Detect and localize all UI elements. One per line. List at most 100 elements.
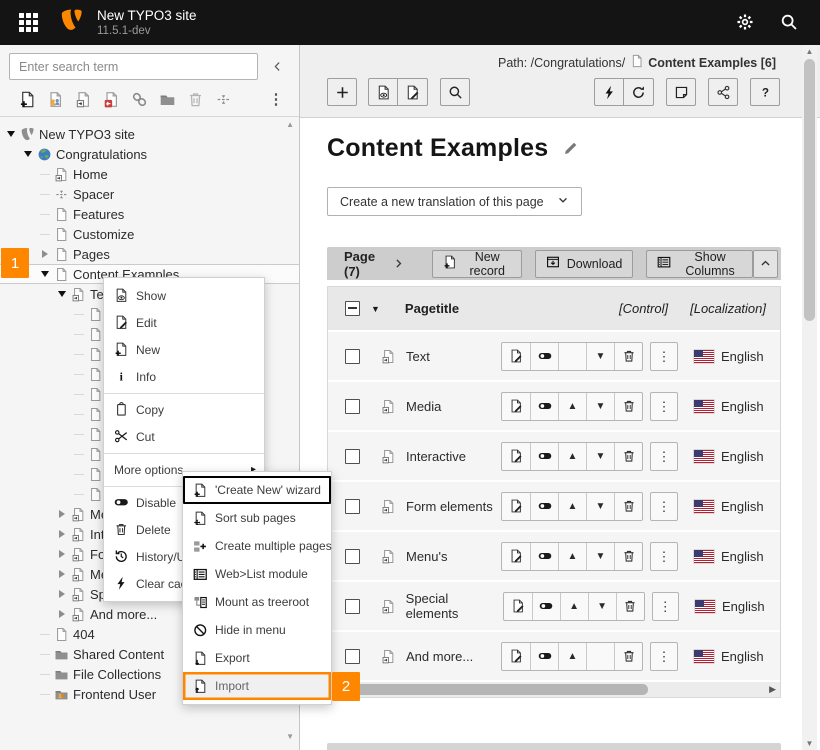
expand-node-icon[interactable] [38, 250, 52, 258]
expand-node-icon[interactable] [55, 610, 69, 618]
more-actions-button[interactable]: ⋮ [650, 492, 678, 521]
toggle-visibility-button[interactable] [530, 643, 558, 670]
toggle-visibility-button[interactable] [530, 393, 558, 420]
shortcut-page-icon[interactable] [381, 649, 397, 664]
menu-item-info[interactable]: iInfo [104, 363, 264, 390]
move-down-button[interactable]: ▼ [586, 493, 614, 520]
toggle-visibility-button[interactable] [532, 593, 560, 620]
tree-item-new-typo3-site[interactable]: New TYPO3 site [0, 124, 299, 144]
link-icon[interactable] [125, 89, 153, 109]
tree-item-spacer[interactable]: Spacer [0, 184, 299, 204]
scroll-up-icon[interactable]: ▲ [802, 47, 817, 56]
more-actions-button[interactable]: ⋮ [650, 642, 678, 671]
move-up-button[interactable]: ▲ [558, 643, 586, 670]
row-title[interactable]: Form elements [406, 499, 493, 514]
delete-record-button[interactable] [614, 493, 642, 520]
more-actions-button[interactable]: ⋮ [650, 392, 678, 421]
row-language[interactable]: English [721, 649, 768, 664]
row-language[interactable]: English [722, 599, 768, 614]
shortcut-page-icon[interactable] [381, 449, 397, 464]
folder-icon[interactable] [153, 89, 181, 109]
edit-title-pencil-icon[interactable] [563, 134, 579, 163]
tree-item-home[interactable]: Home [0, 164, 299, 184]
menu-item-create-multiple-pages[interactable]: Create multiple pages [183, 532, 331, 560]
menu-item-web-list-module[interactable]: Web>List module [183, 560, 331, 588]
tree-item-customize[interactable]: Customize [0, 224, 299, 244]
move-down-button[interactable]: ▼ [586, 393, 614, 420]
row-checkbox[interactable] [345, 499, 360, 514]
move-up-button[interactable]: ▲ [558, 393, 586, 420]
delete-record-button[interactable] [614, 543, 642, 570]
delete-record-button[interactable] [614, 343, 642, 370]
reload-button[interactable] [624, 78, 654, 106]
download-button[interactable]: Download [535, 250, 634, 278]
search-icon[interactable] [780, 13, 800, 33]
edit-record-button[interactable] [502, 543, 530, 570]
search-button[interactable] [440, 78, 470, 106]
spacer-icon[interactable] [209, 89, 237, 109]
module-menu-toggle-button[interactable] [11, 6, 45, 40]
tree-toolbar-menu-button[interactable]: ⋮ [266, 90, 286, 108]
expand-node-icon[interactable] [55, 530, 69, 538]
collapse-node-icon[interactable] [55, 291, 69, 297]
row-language[interactable]: English [721, 349, 768, 364]
scroll-right-icon[interactable]: ▶ [769, 684, 776, 695]
select-all-checkbox[interactable] [345, 301, 360, 316]
scrollbar-thumb[interactable] [334, 684, 648, 695]
tree-search-input[interactable] [9, 53, 258, 80]
row-checkbox[interactable] [345, 399, 360, 414]
row-language[interactable]: English [721, 499, 768, 514]
move-up-button[interactable]: ▲ [558, 443, 586, 470]
menu-item-edit[interactable]: Edit [104, 309, 264, 336]
share-button[interactable] [708, 78, 738, 106]
edit-record-button[interactable] [502, 393, 530, 420]
row-title[interactable]: Menu's [406, 549, 448, 564]
gear-icon[interactable] [736, 13, 756, 33]
move-up-button[interactable]: ▲ [558, 493, 586, 520]
bookmark-button[interactable] [666, 78, 696, 106]
expand-node-icon[interactable] [55, 510, 69, 518]
caret-down-icon[interactable]: ▼ [371, 304, 380, 314]
translation-select[interactable]: Create a new translation of this page [327, 187, 582, 216]
toggle-visibility-button[interactable] [530, 493, 558, 520]
more-actions-button[interactable]: ⋮ [650, 442, 678, 471]
shortcut-page-icon[interactable] [381, 499, 397, 514]
tree-item-features[interactable]: Features [0, 204, 299, 224]
toggle-visibility-button[interactable] [530, 443, 558, 470]
edit-record-button[interactable] [504, 593, 532, 620]
move-up-button[interactable]: ▲ [558, 543, 586, 570]
delete-record-button[interactable] [614, 443, 642, 470]
new-record-button[interactable]: New record [432, 250, 522, 278]
more-actions-button[interactable]: ⋮ [650, 342, 678, 371]
expand-node-icon[interactable] [55, 550, 69, 558]
collapse-node-icon[interactable] [38, 271, 52, 277]
expand-node-icon[interactable] [55, 590, 69, 598]
row-checkbox[interactable] [345, 549, 360, 564]
menu-item-hide-in-menu[interactable]: Hide in menu [183, 616, 331, 644]
menu-item-new[interactable]: New [104, 336, 264, 363]
scrollbar-thumb[interactable] [804, 59, 815, 321]
shortcut-page-icon[interactable] [381, 399, 397, 414]
shortcut-page-icon[interactable] [69, 89, 97, 109]
row-language[interactable]: English [721, 449, 768, 464]
move-up-button[interactable]: ▲ [560, 593, 588, 620]
trash-disabled-icon[interactable] [181, 89, 209, 109]
row-language[interactable]: English [721, 399, 768, 414]
edit-record-button[interactable] [502, 343, 530, 370]
shortcut-page-icon[interactable] [381, 349, 397, 364]
row-checkbox[interactable] [345, 599, 360, 614]
collapse-tree-button[interactable] [264, 54, 290, 80]
scroll-down-icon[interactable]: ▼ [802, 739, 817, 748]
menu-item-export[interactable]: Export [183, 644, 331, 672]
menu-item-sort-sub-pages[interactable]: Sort sub pages [183, 504, 331, 532]
new-content-button[interactable] [327, 78, 357, 106]
shortcut-page-icon[interactable] [381, 549, 397, 564]
delete-record-button[interactable] [614, 643, 642, 670]
help-button[interactable]: ? [750, 78, 780, 106]
users-page-icon[interactable] [41, 89, 69, 109]
menu-item-create-new-wizard[interactable]: 'Create New' wizard [183, 476, 331, 504]
expand-node-icon[interactable] [55, 570, 69, 578]
edit-record-button[interactable] [502, 493, 530, 520]
row-title[interactable]: Interactive [406, 449, 466, 464]
more-actions-button[interactable]: ⋮ [650, 542, 678, 571]
